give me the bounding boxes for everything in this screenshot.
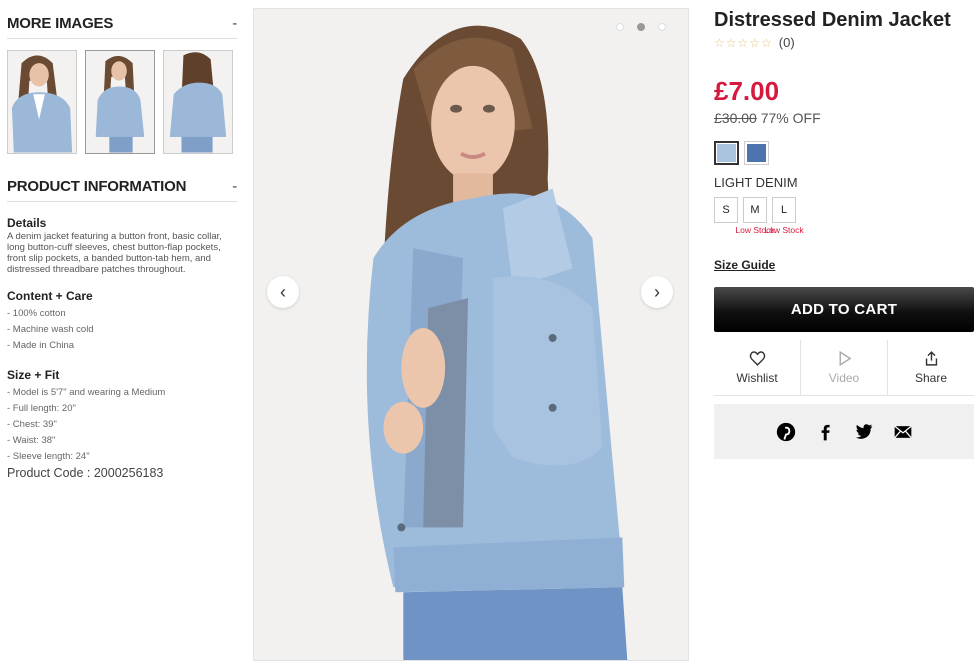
facebook-icon[interactable] bbox=[814, 421, 836, 443]
size-button-l[interactable]: L bbox=[772, 197, 796, 223]
fit-list: - Model is 5'7" and wearing a Medium - F… bbox=[7, 385, 237, 465]
pinterest-icon[interactable] bbox=[775, 421, 797, 443]
video-button[interactable]: Video bbox=[801, 340, 888, 395]
social-share-bar bbox=[714, 404, 974, 459]
prev-image-button[interactable]: ‹ bbox=[267, 276, 299, 308]
action-bar: Wishlist Video Share bbox=[714, 340, 974, 396]
product-information-header[interactable]: PRODUCT INFORMATION - bbox=[7, 178, 237, 202]
wishlist-label: Wishlist bbox=[736, 371, 778, 385]
chevron-right-icon: › bbox=[654, 281, 660, 302]
email-icon[interactable] bbox=[892, 421, 914, 443]
thumbnail-front[interactable] bbox=[7, 50, 77, 154]
thumbnail-image bbox=[86, 51, 154, 153]
size-button-m[interactable]: M bbox=[743, 197, 767, 223]
original-price: £30.00 bbox=[714, 110, 757, 126]
play-icon bbox=[839, 350, 851, 367]
list-item: - Made in China bbox=[7, 340, 75, 351]
list-item: - Model is 5'7" and wearing a Medium bbox=[7, 387, 166, 398]
details-heading: Details bbox=[7, 216, 47, 230]
thumbnail-image bbox=[164, 51, 232, 153]
size-selector: S M Low Stock L Low Stock bbox=[714, 197, 804, 235]
star-rating-icon: ☆☆☆☆☆ bbox=[714, 35, 773, 50]
color-swatches bbox=[714, 141, 769, 165]
list-item: - Full length: 20" bbox=[7, 403, 76, 414]
product-information-title: PRODUCT INFORMATION bbox=[7, 178, 187, 195]
more-images-header[interactable]: MORE IMAGES - bbox=[7, 15, 237, 39]
video-label: Video bbox=[828, 371, 860, 385]
rating[interactable]: ☆☆☆☆☆ (0) bbox=[714, 35, 795, 50]
discount-label: 77% OFF bbox=[760, 110, 821, 126]
swatch-light-denim[interactable] bbox=[714, 141, 739, 165]
collapse-toggle[interactable]: - bbox=[232, 15, 237, 32]
thumbnail-image bbox=[8, 51, 76, 153]
carousel-dot[interactable] bbox=[616, 23, 624, 31]
next-image-button[interactable]: › bbox=[641, 276, 673, 308]
product-photo bbox=[254, 9, 688, 660]
collapse-toggle[interactable]: - bbox=[232, 178, 237, 195]
low-stock-note: Low Stock bbox=[764, 225, 804, 235]
list-item: - Chest: 39" bbox=[7, 419, 57, 430]
list-item: - Machine wash cold bbox=[7, 324, 94, 335]
add-to-cart-button[interactable]: ADD TO CART bbox=[714, 287, 974, 332]
swatch-fill bbox=[747, 144, 766, 162]
selected-color: LIGHT DENIM bbox=[714, 175, 798, 190]
more-images-title: MORE IMAGES bbox=[7, 15, 114, 32]
care-list: - 100% cotton - Machine wash cold - Made… bbox=[7, 306, 237, 354]
carousel-dots bbox=[616, 23, 666, 31]
details-description: A denim jacket featuring a button front,… bbox=[7, 231, 222, 275]
carousel-dot-active[interactable] bbox=[637, 23, 645, 31]
swatch-fill bbox=[717, 144, 736, 162]
wishlist-button[interactable]: Wishlist bbox=[714, 340, 801, 395]
care-heading: Content + Care bbox=[7, 289, 93, 303]
review-count: (0) bbox=[778, 35, 795, 50]
size-option: S bbox=[714, 197, 738, 235]
thumbnail-back[interactable] bbox=[163, 50, 233, 154]
carousel-dot[interactable] bbox=[658, 23, 666, 31]
share-icon bbox=[925, 351, 937, 366]
size-option: M Low Stock bbox=[735, 197, 775, 235]
heart-icon bbox=[749, 351, 765, 366]
product-code: Product Code : 2000256183 bbox=[7, 466, 164, 480]
sale-price: £7.00 bbox=[714, 76, 780, 106]
twitter-icon[interactable] bbox=[853, 421, 875, 443]
thumbnail-list bbox=[7, 50, 233, 154]
size-option: L Low Stock bbox=[764, 197, 804, 235]
swatch-dark-denim[interactable] bbox=[744, 141, 769, 165]
main-product-image[interactable]: ‹ › bbox=[253, 8, 689, 661]
chevron-left-icon: ‹ bbox=[280, 281, 286, 302]
original-price-row: £30.00 77% OFF bbox=[714, 110, 821, 126]
product-details: Details A denim jacket featuring a butto… bbox=[7, 216, 237, 465]
list-item: - 100% cotton bbox=[7, 308, 66, 319]
list-item: - Sleeve length: 24" bbox=[7, 451, 90, 462]
size-button-s[interactable]: S bbox=[714, 197, 738, 223]
product-title: Distressed Denim Jacket bbox=[714, 9, 951, 31]
share-button[interactable]: Share bbox=[888, 340, 974, 395]
list-item: - Waist: 38" bbox=[7, 435, 56, 446]
share-label: Share bbox=[914, 371, 948, 385]
size-guide-link[interactable]: Size Guide bbox=[714, 258, 775, 272]
thumbnail-open[interactable] bbox=[85, 50, 155, 154]
fit-heading: Size + Fit bbox=[7, 368, 60, 382]
